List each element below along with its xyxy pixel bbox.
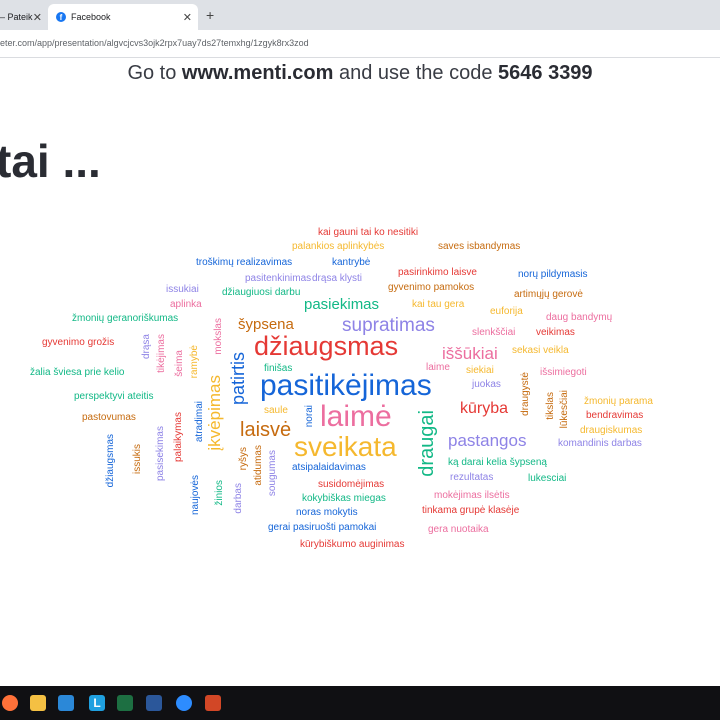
word-cloud-word: mokslas [213,318,224,355]
word-cloud-word: perspektyvi ateitis [74,391,154,402]
word-cloud-word: kai gauni tai ko nesitiki [318,227,419,238]
word-cloud-word: kantrybė [332,257,371,268]
word-cloud-word: pasisekimas [155,426,166,482]
word-cloud-word: laimė [320,400,392,433]
word-cloud-word: euforija [490,306,523,317]
taskbar: L [0,686,720,720]
firefox-icon[interactable] [2,695,18,711]
word-cloud-word: issukis [132,444,143,475]
word-cloud-word: šeima [174,350,185,377]
word-cloud-word: gera nuotaika [428,524,489,535]
word-cloud-word: atsipalaidavimas [292,462,366,473]
zoom-icon[interactable] [176,695,192,711]
word-cloud-word: kūrybiškumo auginimas [300,539,405,550]
word-cloud-word: gyvenimo pamokos [388,282,475,293]
word-cloud-word: saves isbandymas [438,241,521,252]
word-cloud-word: kai tau gera [412,299,465,310]
word-cloud-word: slenkščiai [472,327,516,338]
word-cloud-word: lukesciai [528,473,567,484]
word-cloud-word: sekasi veikla [512,345,569,356]
word-cloud-word: gerai pasiruošti pamokai [268,522,377,533]
word-cloud-word: pastangos [448,431,527,450]
word-cloud-word: drąsa [141,334,152,360]
word-cloud-word: laisvė [240,419,292,441]
word-cloud-word: susidomėjimas [318,479,385,490]
word-cloud-word: siekiai [466,365,494,376]
word-cloud-word: darbas [233,483,244,514]
word-cloud-word: pasirinkimo laisve [398,267,477,278]
word-cloud-word: žmonių parama [584,396,653,407]
word-cloud-word: draugystė [520,372,531,416]
word-cloud-word: norų pildymasis [518,269,588,280]
word-cloud-word: tikėjimas [156,334,167,373]
word-cloud-word: sougumas [267,450,278,497]
word-icon[interactable] [146,695,162,711]
word-cloud-word: atidumas [253,445,264,486]
word-cloud-word: sveikata [294,431,397,462]
word-cloud-word: pasitenkinimas [245,273,312,284]
word-cloud-word: draugiskumas [580,425,643,436]
word-cloud-word: bendravimas [586,410,644,421]
word-cloud-word: džiaugiuosi darbu [222,287,301,298]
word-cloud-word: žinios [214,480,225,506]
word-cloud-word: draugai [416,410,438,477]
word-cloud-word: issukiai [166,284,199,295]
word-cloud-word: ką darai kelia šypseną [448,457,547,468]
word-cloud-word: daug bandymų [546,312,613,323]
word-cloud-word: pasiekimas [304,296,380,313]
store-icon[interactable] [58,695,74,711]
word-cloud-word: norai [304,405,315,428]
word-cloud-word: pasitikėjimas [260,369,432,402]
word-cloud-word: išsimiegoti [540,367,587,378]
powerpoint-icon[interactable] [205,695,221,711]
word-cloud-word: naujovės [190,475,201,516]
word-cloud-word: kūryba [460,400,509,417]
word-cloud-word: noras mokytis [296,507,358,518]
word-cloud-word: drąsa klysti [312,273,363,284]
word-cloud-word: žalia šviesa prie kelio [30,367,125,378]
word-cloud-word: juokas [472,379,501,390]
word-cloud: kai gauni tai ko nesitiki palankios aplin… [0,0,720,686]
file-explorer-icon[interactable] [30,695,46,711]
word-cloud-word: kokybiškas miegas [302,493,386,504]
word-cloud-word: rezultatas [450,472,494,483]
word-cloud-word: veikimas [536,327,575,338]
word-cloud-word: aplinka [170,299,202,310]
word-cloud-word: įkvėpimas [205,375,224,451]
word-cloud-word: džiaugsmas [105,434,116,488]
word-cloud-word: troškimų realizavimas [196,257,293,268]
word-cloud-word: palaikymas [173,412,184,463]
word-cloud-word: patirtis [228,352,248,406]
word-cloud-word: ramybė [189,345,200,379]
word-cloud-word: tinkama grupė klasėje [422,505,520,516]
word-cloud-word: tikslas [545,392,556,420]
word-cloud-word: atradimai [194,401,205,443]
word-cloud-word: gyvenimo grožis [42,337,115,348]
word-cloud-word: mokėjimas ilsėtis [434,490,510,501]
word-cloud-word: žmonių geranoriškumas [72,313,179,324]
word-cloud-word: ryšys [238,447,249,471]
word-cloud-word: pastovumas [82,412,136,423]
word-cloud-word: šypsena [238,316,294,333]
word-cloud-word: iššūkiai [442,344,498,363]
word-cloud-word: palankios aplinkybės [292,241,385,252]
word-cloud-word: lūkesčiai [559,390,570,429]
word-cloud-word: džiaugsmas [254,331,399,361]
l-app-icon[interactable]: L [89,695,105,711]
word-cloud-word: saule [264,405,288,416]
excel-icon[interactable] [117,695,133,711]
word-cloud-word: artimųjų gerovė [514,289,583,300]
word-cloud-word: komandinis darbas [558,438,642,449]
